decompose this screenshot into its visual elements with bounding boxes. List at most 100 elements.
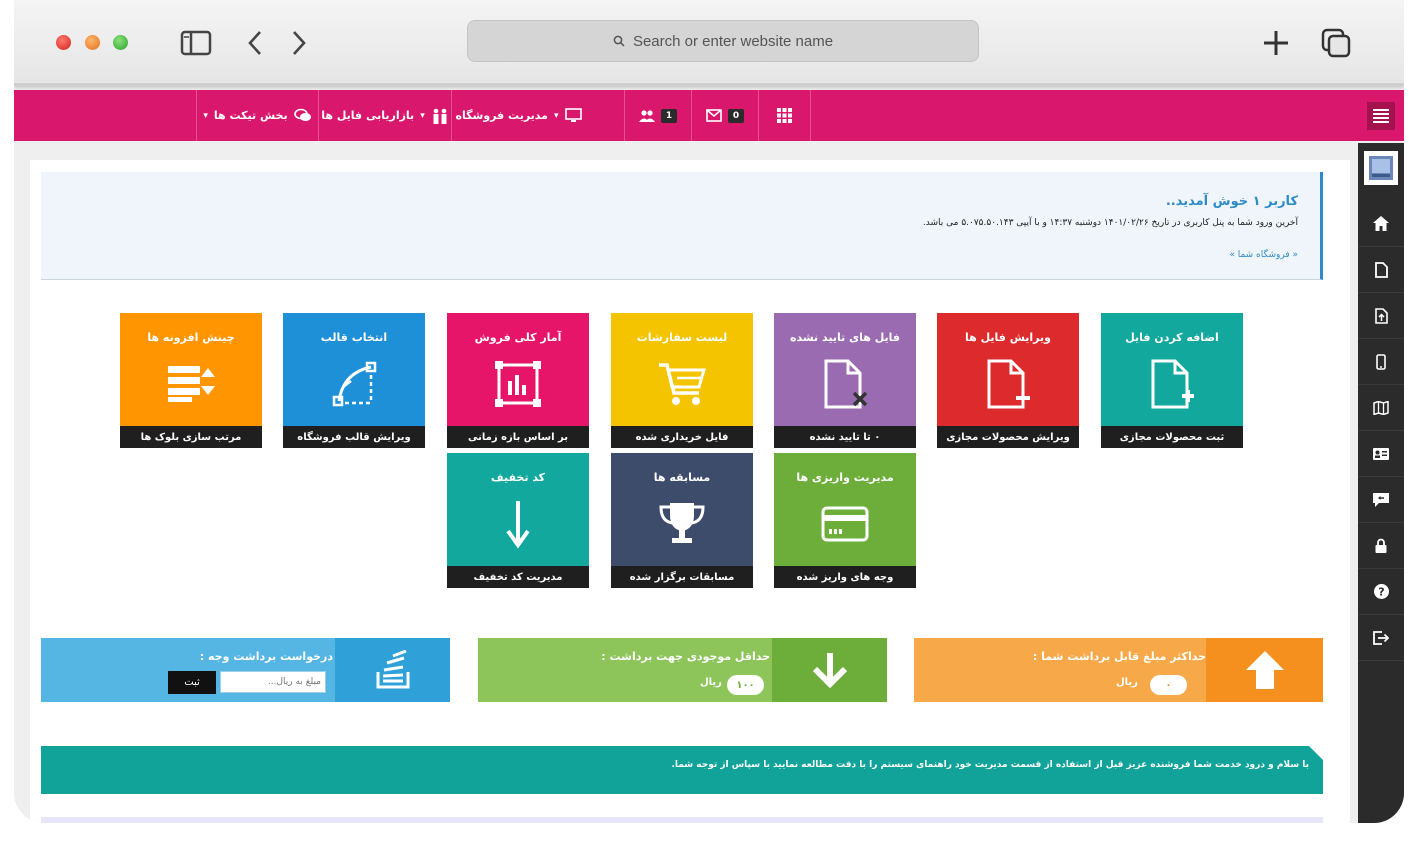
notice-text: با سلام و درود خدمت شما فروشنده عزیز قبل… [671, 760, 1309, 770]
arrow-down-icon [447, 497, 589, 551]
notice-fold [1309, 746, 1323, 760]
withdraw-submit-button[interactable]: ثبت [168, 671, 216, 694]
tile-cart[interactable]: لیست سفارشات فایل خریداری شده [611, 313, 753, 448]
withdraw-amount-input[interactable] [220, 671, 326, 693]
min-balance-currency: ریال [700, 677, 722, 688]
nav-store-management-label: مدیریت فروشگاه [455, 109, 548, 122]
sidebar-support[interactable] [1358, 477, 1404, 523]
min-balance-value: ۱۰۰ [727, 675, 764, 695]
tile-file-edit[interactable]: ویرایش فایل ها ویرایش محصولات مجازی [937, 313, 1079, 448]
users-count-badge: 1 [660, 108, 678, 123]
address-bar[interactable]: Search or enter website name [467, 20, 979, 62]
sidebar-map[interactable] [1358, 385, 1404, 431]
svg-text:?: ? [1378, 586, 1384, 599]
min-balance-title: حداقل موجودی جهت برداشت : [601, 650, 770, 663]
browser-toolbar: Search or enter website name [14, 0, 1404, 86]
back-icon[interactable] [238, 26, 272, 60]
store-link[interactable]: « فروشگاه شما » [1229, 250, 1298, 260]
tile-chart[interactable]: آمار کلی فروش بر اساس بازه زمانی [447, 313, 589, 448]
welcome-panel: کاربر ۱ خوش آمدید.. آخرین ورود شما به پن… [41, 172, 1323, 280]
nav-apps[interactable] [758, 90, 811, 141]
file-rejected-icon [774, 357, 916, 411]
tile-arrow-down[interactable]: کد تخفیف مدیریت کد تخفیف [447, 453, 589, 588]
nav-tickets[interactable]: ▾ بخش تیکت ها [196, 90, 318, 141]
sidebar-home[interactable] [1358, 201, 1404, 247]
tile-title: لیست سفارشات [636, 331, 728, 344]
tile-title: مسابقه ها [653, 471, 711, 484]
nav-messages[interactable]: 0 [691, 90, 758, 141]
main-content: کاربر ۱ خوش آمدید.. آخرین ورود شما به پن… [30, 160, 1350, 823]
id-card-icon [1373, 447, 1389, 460]
tile-title: مدیریت واریزی ها [796, 471, 894, 484]
hamburger-menu-button[interactable] [1367, 102, 1395, 130]
help-icon: ? [1373, 584, 1389, 599]
sidebar-logout[interactable] [1358, 615, 1404, 661]
max-withdraw-currency: ریال [1116, 677, 1138, 688]
welcome-title: کاربر ۱ خوش آمدید.. [1165, 194, 1298, 209]
tile-footer: بر اساس بازه زمانی [447, 426, 589, 448]
tile-title: ویرایش فایل ها [965, 331, 1051, 344]
right-sidebar: ? [1358, 143, 1404, 823]
tabs-overview-icon[interactable] [1319, 26, 1353, 60]
monitor-icon [564, 108, 582, 122]
file-edit-icon [937, 357, 1079, 411]
stack-icon [335, 638, 450, 702]
logout-icon [1373, 630, 1389, 645]
tile-template[interactable]: انتخاب قالب ویرایش قالب فروشگاه [283, 313, 425, 448]
chart-icon [447, 357, 589, 411]
tile-title: اضافه کردن فایل [1125, 331, 1219, 344]
min-balance-panel: حداقل موجودی جهت برداشت : ۱۰۰ ریال [478, 638, 887, 702]
close-window-button[interactable] [56, 35, 71, 50]
site-logo[interactable] [1364, 151, 1398, 185]
tile-footer: وجه های واریز شده [774, 566, 916, 588]
group-icon [638, 109, 655, 122]
trophy-icon [611, 497, 753, 551]
lock-icon [1375, 538, 1387, 553]
tile-file-rejected[interactable]: فایل های تایید نشده ۰ تا تایید نشده [774, 313, 916, 448]
sidebar-help[interactable]: ? [1358, 569, 1404, 615]
file-upload-icon [1374, 307, 1388, 324]
nav-users[interactable]: 1 [624, 90, 691, 141]
tile-footer: ویرایش قالب فروشگاه [283, 426, 425, 448]
tile-footer: مسابقات برگزار شده [611, 566, 753, 588]
max-withdraw-panel: حداکثر مبلغ قابل برداشت شما : ۰ ریال [914, 638, 1323, 702]
search-icon [613, 35, 625, 47]
template-icon [283, 357, 425, 411]
sidebar-profile-card[interactable] [1358, 431, 1404, 477]
tile-footer: مرتب سازی بلوک ها [120, 426, 262, 448]
tile-trophy[interactable]: مسابقه ها مسابقات برگزار شده [611, 453, 753, 588]
sidebar-security[interactable] [1358, 523, 1404, 569]
nav-store-management[interactable]: مدیریت فروشگاه ▾ [451, 90, 585, 141]
nav-file-marketing[interactable]: بازاریابی فایل ها ▾ [318, 90, 451, 141]
grid-icon [777, 108, 792, 123]
tile-title: آمار کلی فروش [474, 331, 562, 344]
browser-window: Search or enter website name ▾ بخش تیکت … [14, 0, 1404, 823]
tile-card[interactable]: مدیریت واریزی ها وجه های واریز شده [774, 453, 916, 588]
tile-footer: ثبت محصولات مجازی [1101, 426, 1243, 448]
minimize-window-button[interactable] [85, 35, 100, 50]
last-login-text: آخرین ورود شما به پنل کاربری در تاریخ ۱۴… [922, 218, 1298, 228]
tile-footer: فایل خریداری شده [611, 426, 753, 448]
map-icon [1373, 400, 1389, 415]
file-icon [1374, 261, 1388, 278]
sort-blocks-icon [120, 357, 262, 411]
sidebar-files[interactable] [1358, 247, 1404, 293]
notice-banner: با سلام و درود خدمت شما فروشنده عزیز قبل… [41, 746, 1323, 794]
tile-file-add[interactable]: اضافه کردن فایل ثبت محصولات مجازی [1101, 313, 1243, 448]
sidebar-toggle-icon[interactable] [179, 26, 213, 60]
chat-reply-icon [1373, 492, 1389, 507]
sidebar-upload[interactable] [1358, 293, 1404, 339]
new-tab-icon[interactable] [1259, 26, 1293, 60]
tile-sort-blocks[interactable]: چینش افزونه ها مرتب سازی بلوک ها [120, 313, 262, 448]
sidebar-mobile[interactable] [1358, 339, 1404, 385]
list-icon [1373, 109, 1389, 123]
nav-file-marketing-label: بازاریابی فایل ها [321, 109, 415, 122]
max-withdraw-title: حداکثر مبلغ قابل برداشت شما : [1032, 650, 1206, 663]
tile-footer: ویرایش محصولات مجازی [937, 426, 1079, 448]
arrow-down-circle-icon [772, 638, 887, 702]
home-icon [1373, 216, 1389, 231]
forward-icon[interactable] [282, 26, 316, 60]
cart-icon [611, 357, 753, 411]
file-add-icon [1101, 357, 1243, 411]
maximize-window-button[interactable] [113, 35, 128, 50]
